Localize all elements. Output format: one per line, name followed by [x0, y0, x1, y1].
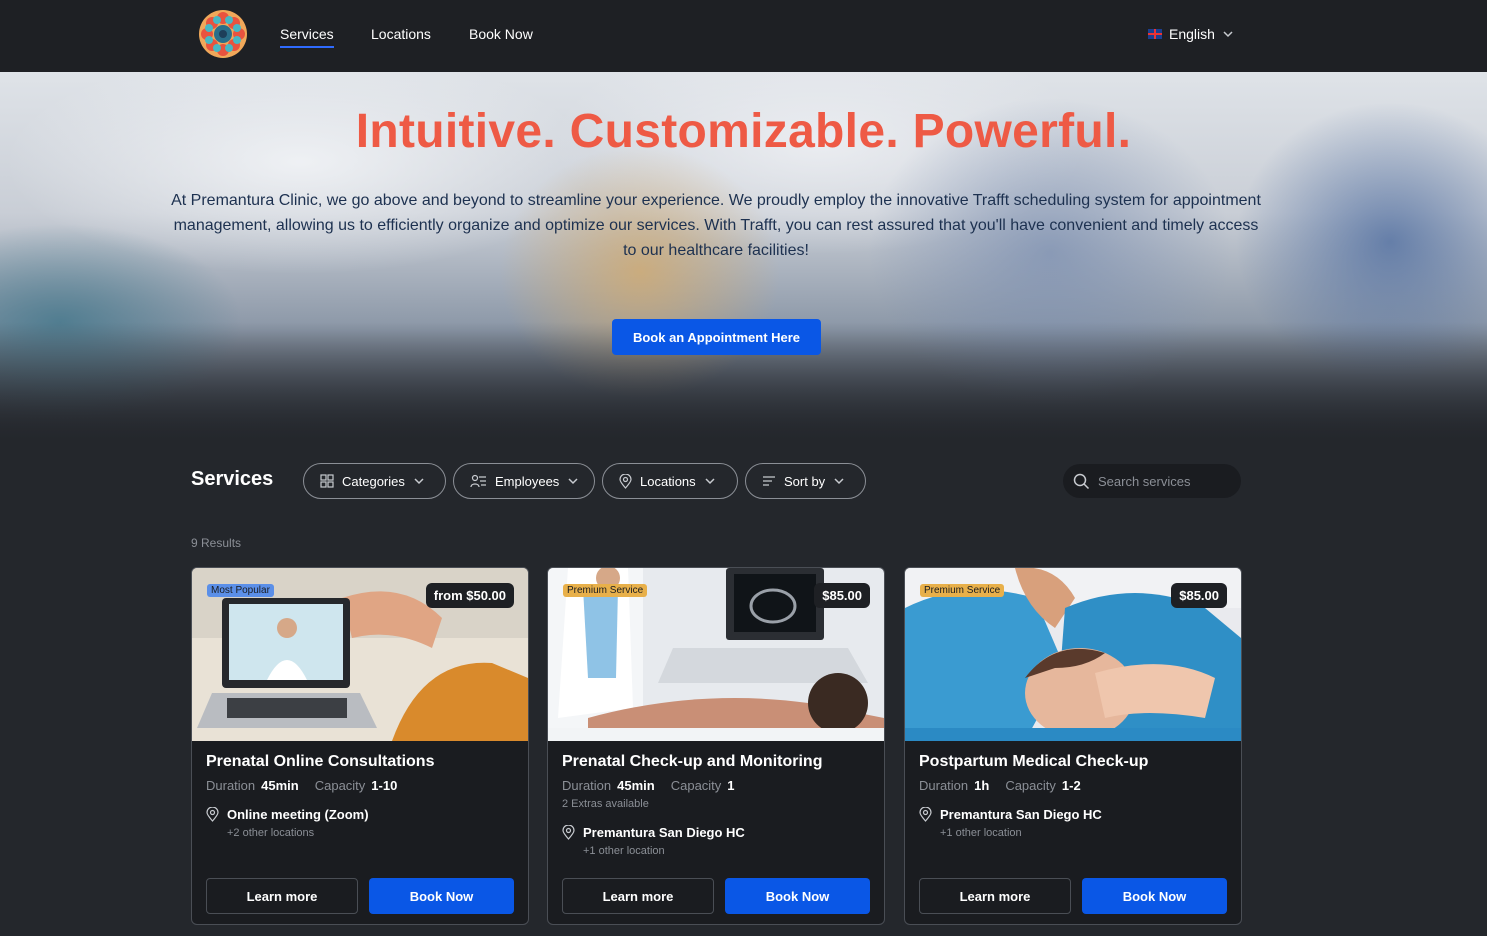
service-title: Prenatal Check-up and Monitoring — [562, 753, 823, 770]
chevron-down-icon — [1223, 31, 1233, 38]
service-card[interactable]: Premium Service $85.00 Prenatal Check-up… — [547, 567, 885, 925]
language-label: English — [1169, 26, 1215, 42]
book-now-button[interactable]: Book Now — [725, 878, 870, 914]
learn-more-button[interactable]: Learn more — [919, 878, 1071, 914]
categories-filter-label: Categories — [342, 473, 405, 489]
hero-description: At Premantura Clinic, we go above and be… — [171, 192, 1261, 259]
capacity-label: Capacity — [314, 778, 366, 793]
book-appointment-button[interactable]: Book an Appointment Here — [612, 319, 821, 355]
location-pin-icon — [619, 473, 632, 489]
duration-label: Duration — [206, 778, 256, 793]
other-locations: +1 other location — [940, 827, 1022, 839]
duration-value: 45min — [261, 778, 299, 793]
service-card[interactable]: Premium Service $85.00 Postpartum Medica… — [904, 567, 1242, 925]
nav-book-now-link[interactable]: Book Now — [469, 26, 533, 42]
locations-filter-label: Locations — [640, 473, 696, 489]
price-tag: $85.00 — [814, 583, 870, 608]
capacity-value: 1-2 — [1061, 778, 1081, 793]
duration-value: 1h — [974, 778, 990, 793]
sort-by-filter[interactable]: Sort by — [745, 463, 866, 499]
learn-more-button[interactable]: Learn more — [562, 878, 714, 914]
service-title: Prenatal Online Consultations — [206, 753, 435, 770]
capacity-value: 1 — [727, 778, 735, 793]
capacity-value: 1-10 — [371, 778, 398, 793]
search-input[interactable] — [1098, 473, 1228, 489]
language-selector[interactable]: English — [1148, 26, 1234, 42]
chevron-down-icon — [414, 478, 424, 485]
search-box[interactable] — [1063, 464, 1241, 498]
locations-filter[interactable]: Locations — [602, 463, 738, 499]
employees-filter[interactable]: Employees — [453, 463, 595, 499]
service-meta: Duration 1h Capacity 1-2 — [919, 778, 1091, 793]
capacity-label: Capacity — [1005, 778, 1056, 793]
hero-banner: Intuitive. Customizable. Powerful. At Pr… — [0, 72, 1487, 442]
grid-icon — [320, 474, 334, 488]
other-locations: +1 other location — [583, 845, 665, 857]
location-name: Premantura San Diego HC — [940, 807, 1102, 822]
uk-flag-icon — [1148, 29, 1162, 39]
extras-available: 2 Extras available — [562, 798, 649, 810]
service-card[interactable]: Most Popular from $50.00 Prenatal Online… — [191, 567, 529, 925]
service-location: Premantura San Diego HC +1 other locatio… — [562, 825, 745, 857]
book-now-button[interactable]: Book Now — [369, 878, 514, 914]
other-locations: +2 other locations — [227, 827, 315, 839]
service-location: Online meeting (Zoom) +2 other locations — [206, 807, 369, 839]
service-title: Postpartum Medical Check-up — [919, 753, 1149, 770]
sort-by-filter-label: Sort by — [784, 473, 826, 489]
clinic-logo[interactable] — [198, 9, 248, 59]
hero-title: Intuitive. Customizable. Powerful. — [355, 105, 1132, 158]
categories-filter[interactable]: Categories — [303, 463, 446, 499]
duration-label: Duration — [562, 778, 612, 793]
most-popular-badge: Most Popular — [207, 584, 274, 597]
location-name: Online meeting (Zoom) — [227, 807, 369, 822]
book-now-button[interactable]: Book Now — [1082, 878, 1227, 914]
service-meta: Duration 45min Capacity 1 — [562, 778, 745, 793]
sort-icon — [763, 476, 775, 486]
nav-services-link[interactable]: Services — [280, 26, 334, 48]
location-name: Premantura San Diego HC — [583, 825, 745, 840]
price-tag: from $50.00 — [425, 583, 514, 608]
employees-filter-label: Employees — [495, 473, 560, 489]
duration-value: 45min — [617, 778, 655, 793]
service-location: Premantura San Diego HC +1 other locatio… — [919, 807, 1102, 839]
duration-label: Duration — [919, 778, 969, 793]
capacity-label: Capacity — [670, 778, 722, 793]
nav-locations-link[interactable]: Locations — [371, 26, 431, 42]
service-meta: Duration 45min Capacity 1-10 — [206, 778, 407, 793]
employees-icon — [470, 474, 486, 488]
results-count: 9 Results — [191, 536, 242, 550]
premium-service-badge: Premium Service — [563, 584, 648, 597]
premium-service-badge: Premium Service — [920, 584, 1005, 597]
top-nav: Services Locations Book Now English — [0, 0, 1487, 72]
learn-more-button[interactable]: Learn more — [206, 878, 358, 914]
location-pin-icon — [562, 825, 575, 840]
chevron-down-icon — [834, 478, 844, 485]
search-icon — [1073, 473, 1090, 489]
chevron-down-icon — [568, 478, 578, 485]
chevron-down-icon — [705, 478, 715, 485]
location-pin-icon — [919, 807, 932, 822]
price-tag: $85.00 — [1171, 583, 1227, 608]
services-heading: Services — [191, 468, 274, 490]
location-pin-icon — [206, 807, 219, 822]
